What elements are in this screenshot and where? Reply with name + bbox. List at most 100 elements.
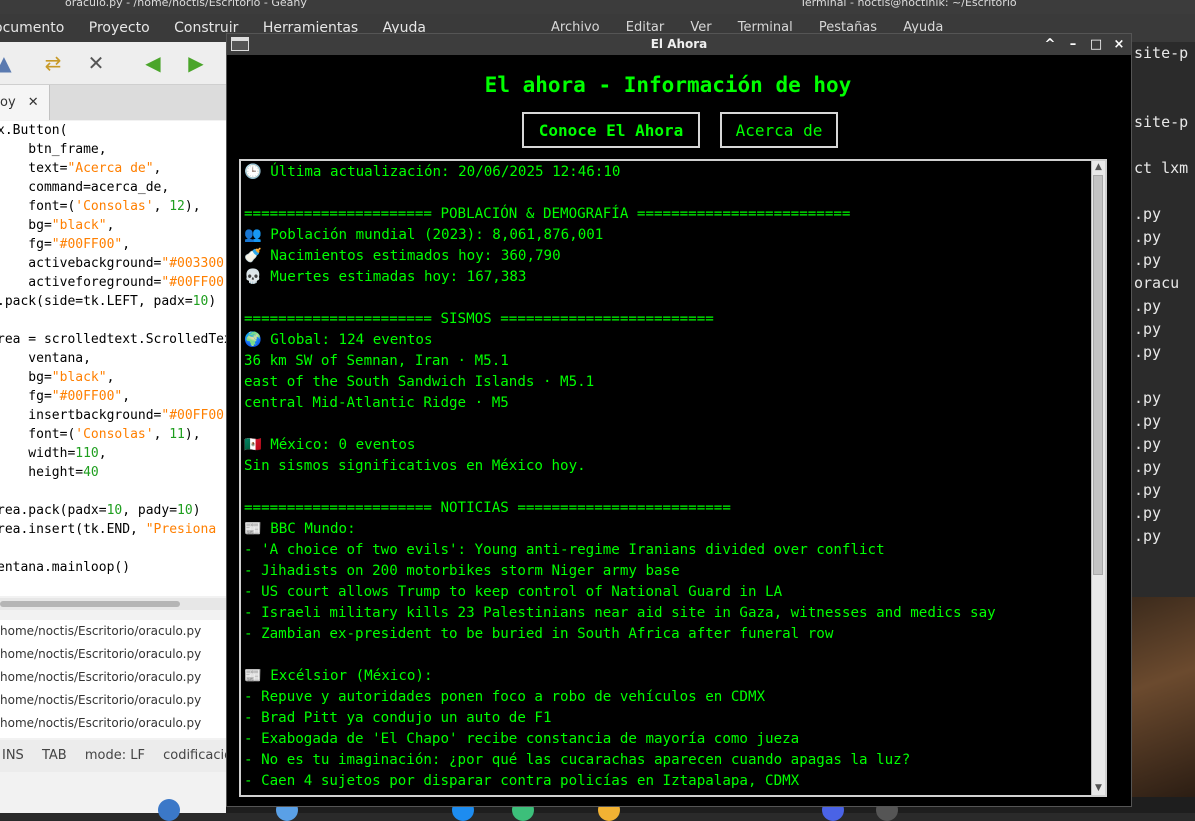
info-text-content: 🕒 Última actualización: 20/06/2025 12:46… bbox=[244, 162, 1094, 792]
tab-close-icon[interactable]: ✕ bbox=[28, 95, 39, 110]
info-text-area[interactable]: 🕒 Última actualización: 20/06/2025 12:46… bbox=[239, 159, 1107, 797]
code-editor[interactable]: x.Button( btn_frame, text="Acerca de", c… bbox=[0, 121, 226, 596]
info-line: 🍼 Nacimientos estimados hoy: 360,790 bbox=[244, 248, 561, 264]
terminal-line: .py bbox=[1134, 343, 1162, 361]
close-button[interactable]: × bbox=[1108, 34, 1130, 55]
message-line: /home/noctis/Escritorio/oraculo.py bbox=[0, 693, 202, 707]
code-line: rea.insert(tk.END, "Presiona bbox=[0, 522, 217, 537]
window-title: El Ahora bbox=[650, 37, 708, 51]
status-bar: INS TAB mode: LF codificació bbox=[0, 740, 226, 772]
chevron-up-icon[interactable]: ^ bbox=[1039, 34, 1061, 55]
code-line: ventana, bbox=[0, 351, 91, 366]
scrollbar-thumb[interactable] bbox=[1093, 175, 1103, 575]
terminal-line: site-p bbox=[1134, 113, 1189, 131]
info-line: 📰 BBC Mundo: bbox=[244, 521, 356, 537]
info-line: ====================== NOTICIAS ========… bbox=[244, 500, 731, 516]
info-line: 💀 Muertes estimadas hoy: 167,383 bbox=[244, 269, 527, 285]
code-line: entana.mainloop() bbox=[0, 560, 131, 575]
code-line: text="Acerca de", bbox=[0, 161, 162, 176]
code-line: height=40 bbox=[0, 465, 99, 480]
terminal-line: .py bbox=[1134, 251, 1162, 269]
revert-icon[interactable]: ⇄ bbox=[41, 51, 65, 75]
back-arrow-icon[interactable]: ◀ bbox=[141, 51, 165, 75]
scrollbar-thumb[interactable] bbox=[0, 601, 180, 607]
taskbar-app-icon[interactable] bbox=[158, 799, 180, 821]
info-line: 🕒 Última actualización: 20/06/2025 12:46… bbox=[244, 164, 621, 180]
desktop-wallpaper bbox=[1125, 597, 1195, 813]
info-line: - Israeli military kills 23 Palestinians… bbox=[244, 605, 996, 621]
window-title-bar[interactable]: El Ahora ^ – □ × bbox=[227, 34, 1131, 55]
info-line bbox=[244, 477, 1094, 498]
code-line: rea.pack(padx=10, pady=10) bbox=[0, 503, 201, 518]
message-line: /home/noctis/Escritorio/oraculo.py bbox=[0, 624, 202, 638]
terminal-line: .py bbox=[1134, 504, 1162, 522]
terminal-line: .py bbox=[1134, 481, 1162, 499]
status-ins: INS bbox=[2, 748, 24, 763]
terminal-output[interactable]: site-p site-p ct lxm .py .py .py oracu .py .py.… bbox=[1130, 42, 1195, 597]
code-line: rea = scrolledtext.ScrolledText( bbox=[0, 332, 226, 347]
info-line: - US court allows Trump to keep control … bbox=[244, 584, 783, 600]
forward-arrow-icon[interactable]: ▶ bbox=[184, 51, 208, 75]
terminal-line: .py bbox=[1134, 205, 1162, 223]
code-line: font=('Consolas', 11), bbox=[0, 427, 201, 442]
close-icon[interactable]: ✕ bbox=[84, 51, 108, 75]
menu-documento[interactable]: ocumento bbox=[0, 20, 64, 36]
scroll-up-arrow-icon[interactable]: ▲ bbox=[1092, 161, 1105, 174]
terminal-line: .py bbox=[1134, 435, 1162, 453]
acerca-de-button[interactable]: Acerca de bbox=[720, 112, 838, 148]
message-line: /home/noctis/Escritorio/oraculo.py bbox=[0, 670, 202, 684]
terminal-line: oracu bbox=[1134, 274, 1180, 292]
code-line: fg="#00FF00", bbox=[0, 389, 131, 404]
tab-label: oy bbox=[0, 95, 16, 110]
info-line: 🇲🇽 México: 0 eventos bbox=[244, 437, 416, 453]
info-line: east of the South Sandwich Islands · M5.… bbox=[244, 374, 595, 390]
code-line: bg="black", bbox=[0, 218, 115, 233]
code-line: font=('Consolas', 12), bbox=[0, 199, 201, 214]
editor-horizontal-scrollbar[interactable] bbox=[0, 598, 226, 610]
info-line: 📰 Excélsior (México): bbox=[244, 668, 433, 684]
info-line: Sin sismos significativos en México hoy. bbox=[244, 458, 586, 474]
info-line: 🌍 Global: 124 eventos bbox=[244, 332, 433, 348]
terminal-line: .py bbox=[1134, 527, 1162, 545]
tab-oraculo[interactable]: oy ✕ bbox=[0, 85, 50, 120]
info-line: ====================== SISMOS ==========… bbox=[244, 311, 714, 327]
page-title: El ahora - Información de hoy bbox=[484, 73, 852, 97]
status-tab: TAB bbox=[41, 748, 67, 763]
terminal-line: .py bbox=[1134, 458, 1162, 476]
info-line bbox=[244, 183, 1094, 204]
window-app-icon bbox=[231, 37, 249, 51]
terminal-line: site-p bbox=[1134, 44, 1189, 62]
geany-title-bar: oraculo.py - /home/noctis/Escritorio - G… bbox=[0, 0, 540, 14]
info-line bbox=[244, 645, 1094, 666]
code-line: insertbackground="#00FF00", bbox=[0, 408, 226, 423]
save-icon[interactable]: ▲ bbox=[0, 51, 16, 75]
info-line: central Mid-Atlantic Ridge · M5 bbox=[244, 395, 509, 411]
code-line: fg="#00FF00", bbox=[0, 237, 131, 252]
conoce-el-ahora-button[interactable]: Conoce El Ahora bbox=[522, 112, 700, 148]
el-ahora-window: El Ahora ^ – □ × El ahora - Información … bbox=[226, 33, 1132, 807]
scroll-down-arrow-icon[interactable]: ▼ bbox=[1092, 782, 1105, 795]
maximize-button[interactable]: □ bbox=[1085, 34, 1107, 55]
vertical-scrollbar[interactable]: ▲ ▼ bbox=[1091, 161, 1105, 795]
info-line: - No es tu imaginación: ¿por qué las cuc… bbox=[244, 752, 911, 768]
code-line: command=acerca_de, bbox=[0, 180, 170, 195]
message-line: /home/noctis/Escritorio/oraculo.py bbox=[0, 647, 202, 661]
status-mode: mode: LF bbox=[84, 748, 145, 763]
menu-proyecto[interactable]: Proyecto bbox=[89, 20, 150, 36]
terminal-title-bar: Terminal - noctis@noctinik: ~/Escritorio bbox=[540, 0, 1195, 14]
terminal-line: .py bbox=[1134, 228, 1162, 246]
code-line: .pack(side=tk.LEFT, padx=10) bbox=[0, 294, 217, 309]
info-line: - Repuve y autoridades ponen foco a robo… bbox=[244, 689, 766, 705]
info-line: - Jihadists on 200 motorbikes storm Nige… bbox=[244, 563, 680, 579]
code-line: activebackground="#003300", bbox=[0, 256, 226, 271]
terminal-line: .py bbox=[1134, 320, 1162, 338]
terminal-line: .py bbox=[1134, 297, 1162, 315]
minimize-button[interactable]: – bbox=[1062, 34, 1084, 55]
